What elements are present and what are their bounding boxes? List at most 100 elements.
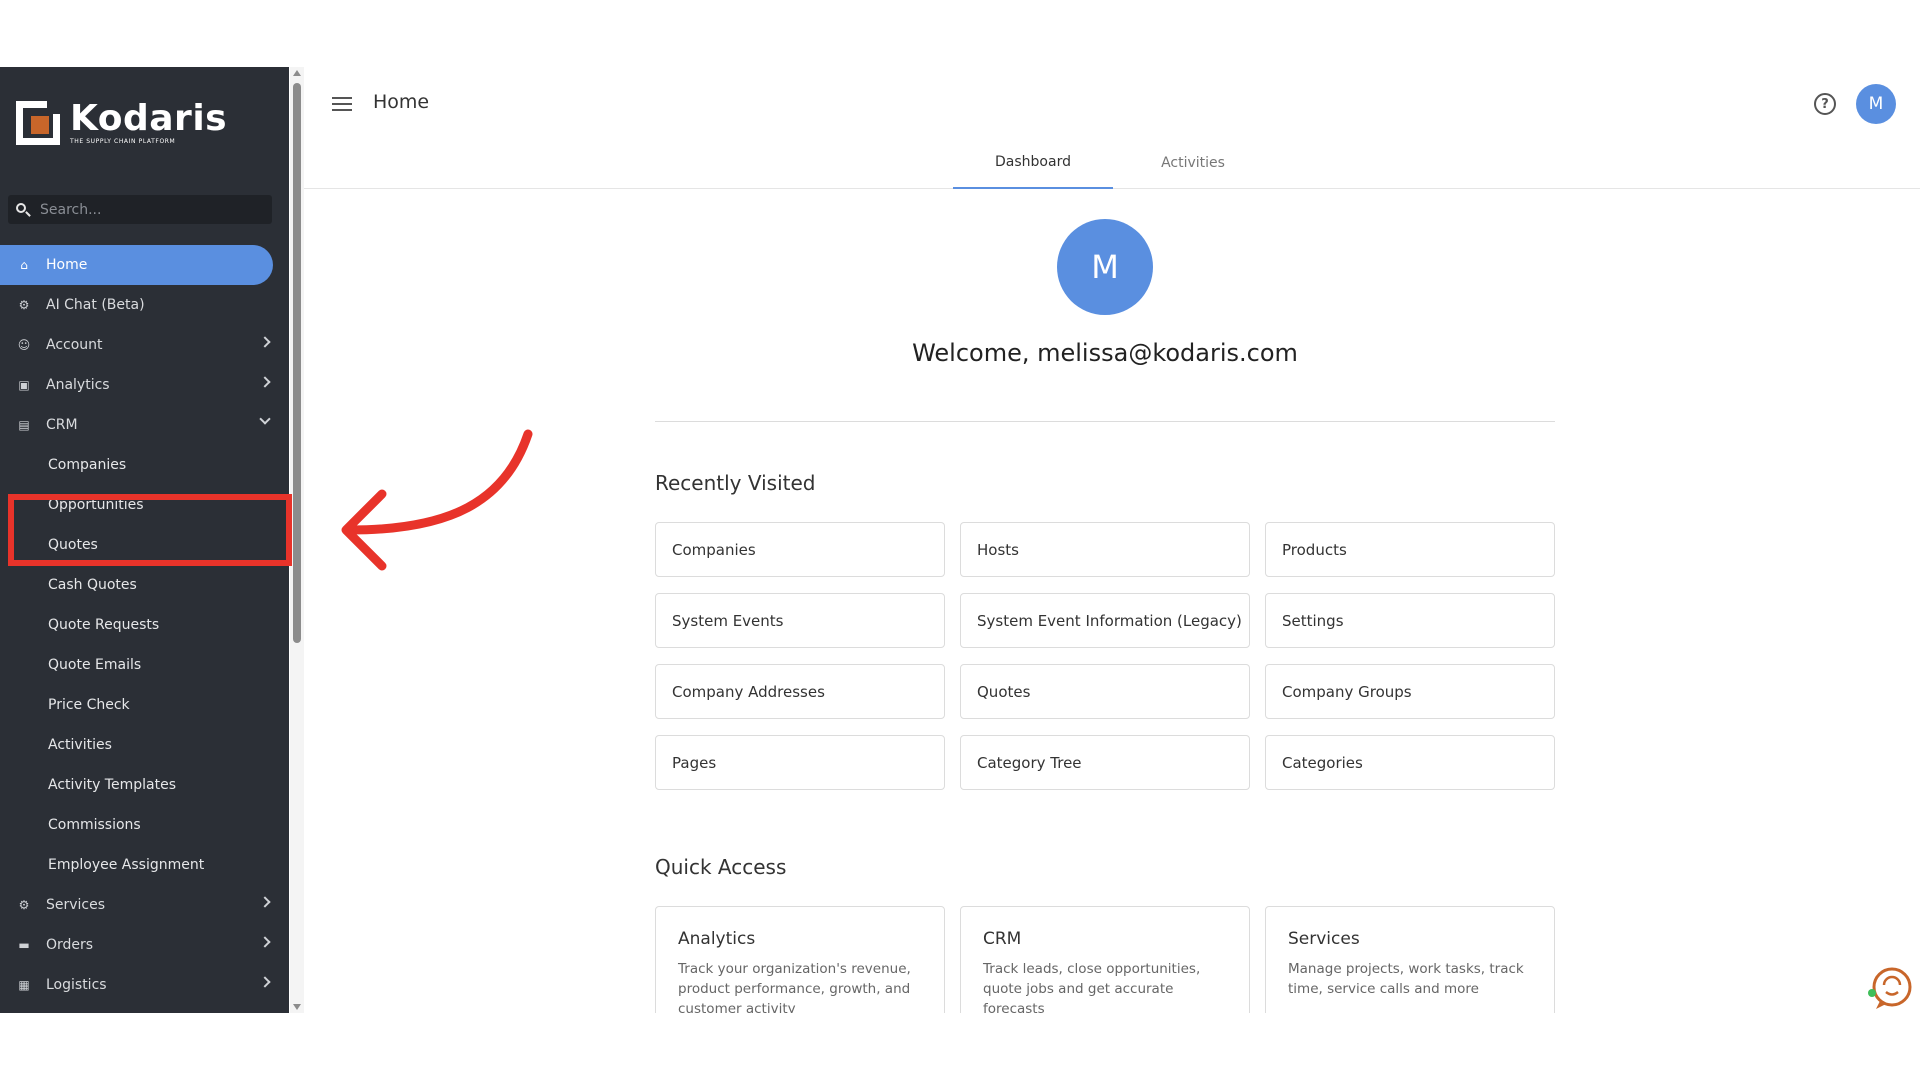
- sidebar-item-orders[interactable]: ▬ Orders: [0, 925, 289, 965]
- sidebar-item-label: Cash Quotes: [48, 577, 137, 593]
- sidebar-item-account[interactable]: ☺ Account: [0, 325, 289, 365]
- sidebar-item-price-check[interactable]: Price Check: [0, 685, 289, 725]
- sidebar-item-activity-templates[interactable]: Activity Templates: [0, 765, 289, 805]
- sidebar-scroll-thumb[interactable]: [293, 83, 301, 643]
- sidebar-item-label: Quote Emails: [48, 657, 142, 673]
- sidebar-item-label: Account: [46, 337, 103, 353]
- sidebar-search[interactable]: [8, 195, 272, 224]
- profile-avatar: M: [1057, 219, 1153, 315]
- app-window: Kodaris THE SUPPLY CHAIN PLATFORM ⌂ Home ⚙…: [0, 67, 1920, 1013]
- recent-card[interactable]: System Events: [655, 593, 945, 648]
- quick-access-card[interactable]: Services Manage projects, work tasks, tra…: [1265, 906, 1555, 1013]
- help-icon[interactable]: ?: [1814, 93, 1836, 115]
- sidebar-item-home[interactable]: ⌂ Home: [0, 245, 273, 285]
- sidebar-scrollbar[interactable]: [290, 67, 304, 1013]
- sidebar-item-label: Quote Requests: [48, 617, 160, 633]
- sidebar-item-label: CRM: [46, 417, 78, 433]
- sidebar-item-label: Commissions: [48, 817, 141, 833]
- page-title: Home: [373, 91, 430, 113]
- scroll-up-arrow-icon[interactable]: [293, 70, 301, 76]
- chevron-right-icon: [259, 896, 271, 908]
- recent-card[interactable]: Pages: [655, 735, 945, 790]
- recent-card[interactable]: Company Groups: [1265, 664, 1555, 719]
- divider: [655, 421, 1555, 422]
- recent-card[interactable]: Settings: [1265, 593, 1555, 648]
- tab-activities[interactable]: Activities: [1113, 137, 1273, 189]
- recent-card[interactable]: Quotes: [960, 664, 1250, 719]
- recent-card[interactable]: System Event Information (Legacy): [960, 593, 1250, 648]
- top-header: Home ? M Dashboard Activities: [304, 67, 1920, 189]
- user-avatar[interactable]: M: [1856, 84, 1896, 124]
- sidebar-item-commissions[interactable]: Commissions: [0, 805, 289, 845]
- kodaris-logo[interactable]: Kodaris THE SUPPLY CHAIN PLATFORM: [16, 98, 228, 145]
- hamburger-menu-icon[interactable]: [332, 97, 352, 113]
- sidebar-item-services[interactable]: ⚙ Services: [0, 885, 289, 925]
- robot-icon: ⚙: [18, 298, 30, 312]
- chevron-right-icon: [259, 936, 271, 948]
- quick-access-description: Manage projects, work tasks, track time,…: [1288, 961, 1524, 997]
- quick-access-title: Services: [1288, 929, 1360, 949]
- tab-bar: Dashboard Activities: [953, 137, 1273, 189]
- sidebar-item-analytics[interactable]: ▣ Analytics: [0, 365, 289, 405]
- chevron-right-icon: [259, 976, 271, 988]
- logistics-icon: ▦: [18, 978, 30, 992]
- quick-access-title: Analytics: [678, 929, 756, 949]
- logo-tagline: THE SUPPLY CHAIN PLATFORM: [70, 138, 176, 145]
- chevron-down-icon: [259, 413, 271, 425]
- sidebar-item-activities[interactable]: Activities: [0, 725, 289, 765]
- sidebar-nav: ⌂ Home ⚙ AI Chat (Beta) ☺ Account ▣ Analytics ▤ C…: [0, 245, 289, 1005]
- sidebar-item-quotes[interactable]: Quotes: [0, 525, 289, 565]
- quick-access-card[interactable]: Analytics Track your organization's reven…: [655, 906, 945, 1013]
- sidebar-item-label: Analytics: [46, 377, 110, 393]
- quick-access-card[interactable]: CRM Track leads, close opportunities, quo…: [960, 906, 1250, 1013]
- sidebar-item-crm[interactable]: ▤ CRM: [0, 405, 289, 445]
- recent-card[interactable]: Categories: [1265, 735, 1555, 790]
- logo-name: Kodaris: [70, 98, 228, 139]
- sidebar-item-employee-assignment[interactable]: Employee Assignment: [0, 845, 289, 885]
- scroll-down-arrow-icon[interactable]: [293, 1004, 301, 1010]
- sidebar-item-cash-quotes[interactable]: Cash Quotes: [0, 565, 289, 605]
- sidebar-item-label: Opportunities: [48, 497, 144, 513]
- chevron-right-icon: [259, 376, 271, 388]
- sidebar-item-label: Activities: [48, 737, 112, 753]
- sidebar-item-companies[interactable]: Companies: [0, 445, 289, 485]
- recent-card[interactable]: Category Tree: [960, 735, 1250, 790]
- search-input[interactable]: [40, 201, 260, 218]
- chat-support-icon[interactable]: [1866, 965, 1914, 1013]
- sidebar-item-ai-chat-beta[interactable]: ⚙ AI Chat (Beta): [0, 285, 289, 325]
- sidebar-item-label: Activity Templates: [48, 777, 176, 793]
- sidebar-item-label: AI Chat (Beta): [46, 297, 145, 313]
- recent-card[interactable]: Hosts: [960, 522, 1250, 577]
- recently-visited-title: Recently Visited: [655, 471, 816, 495]
- sidebar-item-logistics[interactable]: ▦ Logistics: [0, 965, 289, 1005]
- recent-card[interactable]: Companies: [655, 522, 945, 577]
- home-icon: ⌂: [20, 258, 28, 272]
- sidebar-item-label: Quotes: [48, 537, 98, 553]
- sidebar-item-label: Orders: [46, 937, 94, 953]
- chevron-right-icon: [259, 336, 271, 348]
- quick-access-description: Track leads, close opportunities, quote …: [983, 961, 1201, 1013]
- logo-mark-icon: [16, 100, 61, 145]
- truck-icon: ▬: [18, 938, 30, 952]
- recent-card[interactable]: Company Addresses: [655, 664, 945, 719]
- quick-access-title: Quick Access: [655, 855, 787, 879]
- recent-card[interactable]: Products: [1265, 522, 1555, 577]
- sidebar: Kodaris THE SUPPLY CHAIN PLATFORM ⌂ Home ⚙…: [0, 67, 289, 1013]
- sidebar-item-label: Logistics: [46, 977, 107, 993]
- services-icon: ⚙: [18, 898, 30, 912]
- recently-visited-grid: Companies Hosts Products System Events Syste…: [655, 522, 1555, 790]
- sidebar-item-label: Services: [46, 897, 106, 913]
- sidebar-item-opportunities[interactable]: Opportunities: [0, 485, 289, 525]
- main-content: M Welcome, melissa@kodaris.com Recently …: [304, 189, 1906, 1013]
- sidebar-item-label: Companies: [48, 457, 127, 473]
- welcome-message: Welcome, melissa@kodaris.com: [912, 339, 1298, 367]
- tab-dashboard[interactable]: Dashboard: [953, 137, 1113, 189]
- search-icon: [16, 202, 31, 217]
- quick-access-description: Track your organization's revenue, produ…: [678, 961, 911, 1013]
- sidebar-item-label: Price Check: [48, 697, 130, 713]
- quick-access-title: CRM: [983, 929, 1022, 949]
- person-icon: ☺: [17, 338, 31, 352]
- sidebar-item-label: Employee Assignment: [48, 857, 205, 873]
- sidebar-item-quote-requests[interactable]: Quote Requests: [0, 605, 289, 645]
- sidebar-item-quote-emails[interactable]: Quote Emails: [0, 645, 289, 685]
